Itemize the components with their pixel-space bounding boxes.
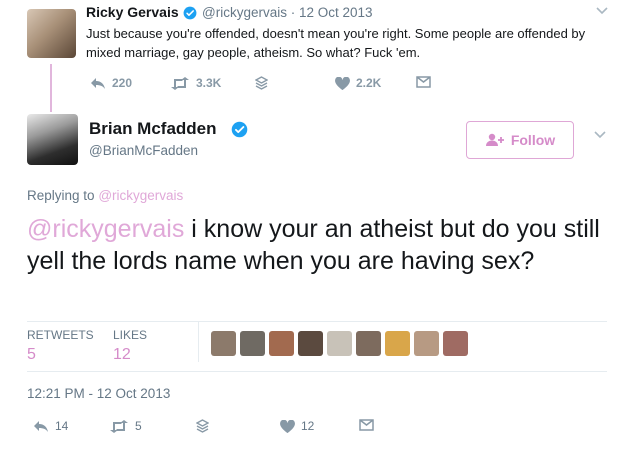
tweet-mention[interactable]: @rickygervais (27, 215, 184, 243)
add-user-icon (485, 133, 504, 146)
replying-to-label: Replying to (27, 188, 95, 203)
parent-dm-action[interactable] (416, 76, 431, 88)
retweets-label: RETWEETS (27, 328, 94, 342)
like-action[interactable]: 12 (280, 419, 314, 433)
parent-reply-action[interactable]: 220 (90, 76, 132, 90)
envelope-icon (416, 76, 431, 88)
envelope-icon (359, 419, 374, 431)
reply-action[interactable]: 14 (33, 419, 68, 433)
author-handle[interactable]: @BrianMcFadden (89, 143, 198, 158)
replying-to-handle[interactable]: @rickygervais (98, 188, 183, 203)
tweet-text: @rickygervais i know your an atheist but… (27, 213, 607, 277)
reply-icon (34, 420, 48, 432)
parent-stack-action[interactable] (255, 76, 268, 90)
retweet-action[interactable]: 5 (109, 419, 142, 433)
dm-action[interactable] (359, 419, 374, 431)
verified-badge-icon (231, 121, 248, 138)
retweets-stat[interactable]: RETWEETS 5 (27, 328, 94, 364)
stats-separator (198, 322, 199, 362)
divider (27, 321, 607, 322)
parent-like-count: 2.2K (356, 76, 382, 90)
layers-icon (255, 76, 268, 90)
liker-avatar[interactable] (269, 331, 294, 356)
retweet-icon (171, 76, 189, 90)
date-separator: · (290, 5, 296, 20)
divider (27, 371, 607, 372)
reply-count: 14 (55, 419, 69, 433)
liker-avatar[interactable] (240, 331, 265, 356)
parent-author-handle[interactable]: @rickygervais (202, 5, 287, 20)
like-count: 12 (301, 419, 315, 433)
chevron-down-icon[interactable] (596, 7, 608, 15)
likes-stat[interactable]: LIKES 12 (113, 328, 147, 364)
liker-avatar[interactable] (356, 331, 381, 356)
tweet-timestamp[interactable]: 12:21 PM - 12 Oct 2013 (27, 386, 170, 401)
liker-avatar[interactable] (385, 331, 410, 356)
replying-to: Replying to @rickygervais (27, 188, 183, 203)
liker-avatar[interactable] (443, 331, 468, 356)
likers-avatars (211, 331, 468, 356)
follow-label: Follow (510, 132, 556, 148)
likes-label: LIKES (113, 328, 148, 342)
likes-count: 12 (113, 346, 131, 363)
follow-button[interactable]: Follow (466, 121, 574, 159)
stack-action[interactable] (196, 419, 209, 433)
parent-retweet-count: 3.3K (196, 76, 222, 90)
parent-reply-count: 220 (112, 76, 133, 90)
parent-tweet-text: Just because you're offended, doesn't me… (86, 26, 586, 60)
parent-like-action[interactable]: 2.2K (335, 76, 381, 90)
tweet-action-bar: 14 5 12 (33, 419, 393, 437)
parent-date[interactable]: 12 Oct 2013 (299, 5, 373, 20)
avatar-brian-mcfadden[interactable] (27, 114, 78, 165)
heart-icon (280, 419, 295, 433)
parent-action-bar: 220 3.3K 2.2K (90, 76, 450, 94)
chevron-down-icon[interactable] (594, 131, 606, 139)
retweet-count: 5 (135, 419, 142, 433)
liker-avatar[interactable] (211, 331, 236, 356)
liker-avatar[interactable] (327, 331, 352, 356)
retweet-icon (110, 419, 128, 433)
verified-badge-icon (183, 6, 197, 20)
parent-author-name[interactable]: Ricky Gervais (86, 4, 179, 20)
layers-icon (196, 419, 209, 433)
liker-avatar[interactable] (414, 331, 439, 356)
reply-icon (91, 77, 105, 89)
retweets-count: 5 (27, 346, 36, 363)
avatar-ricky-gervais[interactable] (27, 9, 76, 58)
heart-icon (335, 76, 350, 90)
liker-avatar[interactable] (298, 331, 323, 356)
parent-retweet-action[interactable]: 3.3K (170, 76, 221, 90)
parent-meta: @rickygervais · 12 Oct 2013 (202, 5, 373, 20)
author-name[interactable]: Brian Mcfadden (89, 119, 217, 139)
thread-connector-line (50, 64, 52, 112)
